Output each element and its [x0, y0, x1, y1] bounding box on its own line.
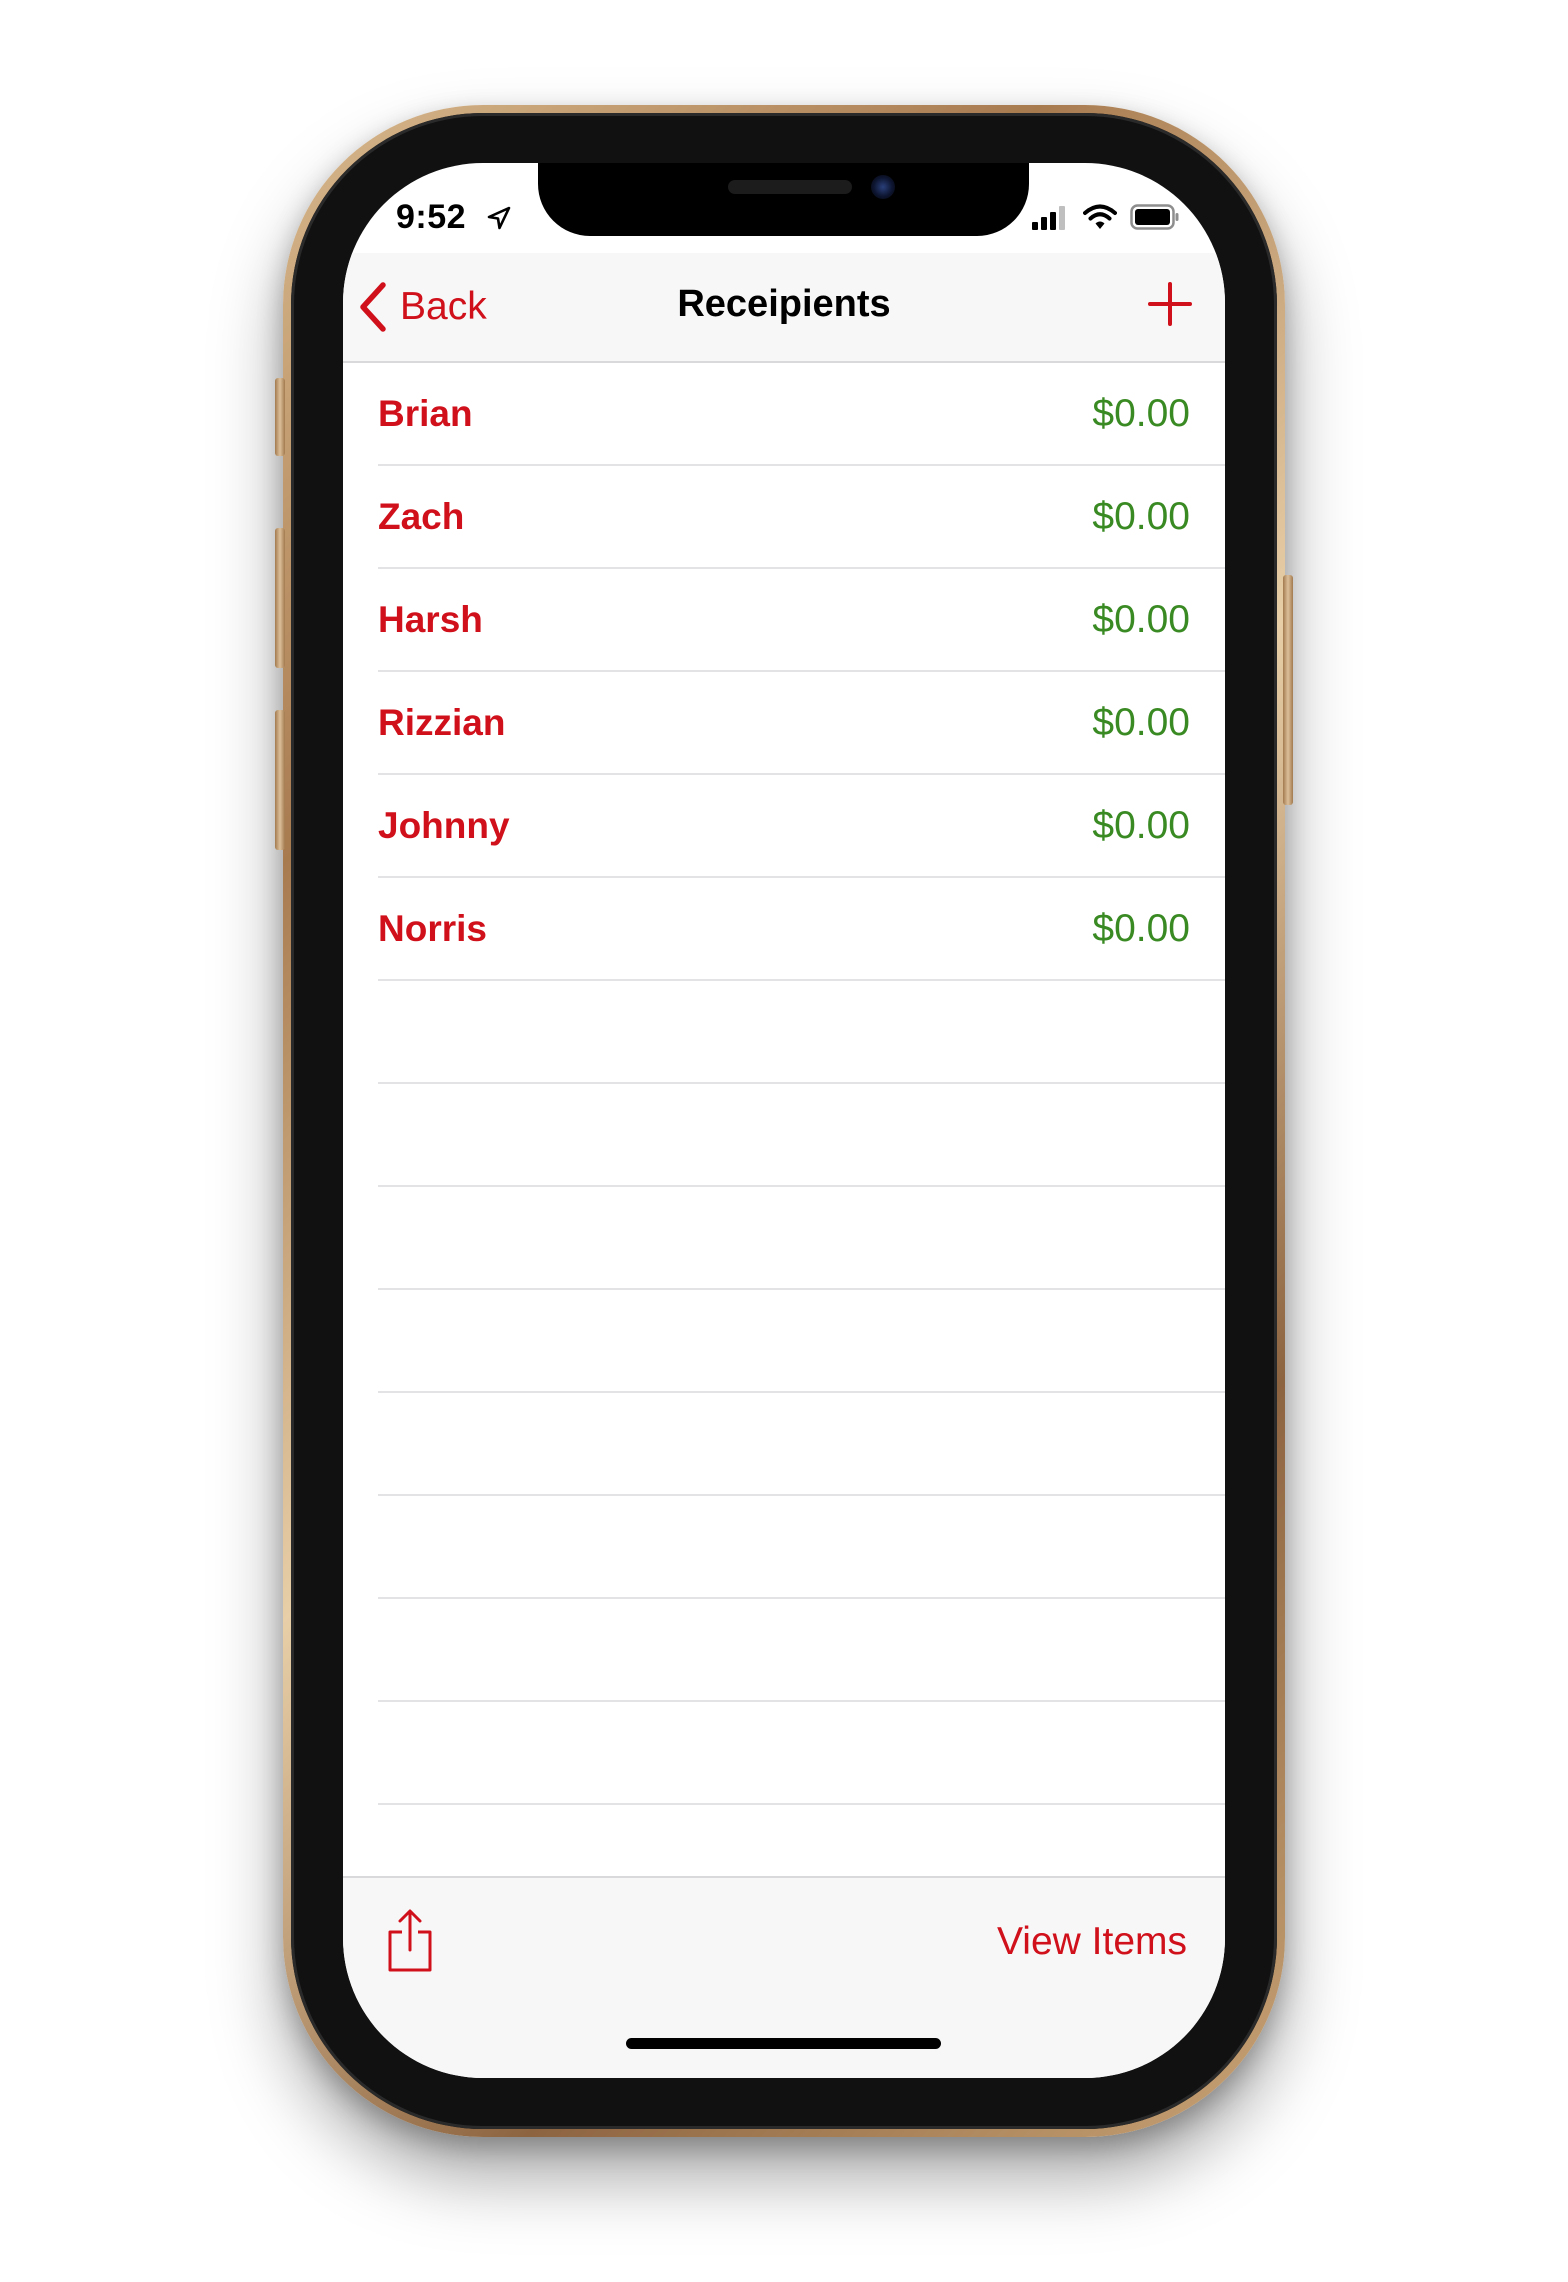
- notch: [538, 163, 1029, 236]
- recipient-amount: $0.00: [1092, 598, 1190, 641]
- screen: 9:52 Back Receipients Brian $0.00 Zach $…: [343, 163, 1225, 2078]
- volume-down-button: [275, 710, 285, 850]
- cellular-signal-icon: [1032, 206, 1065, 230]
- recipient-name: Johnny: [378, 805, 510, 846]
- recipient-amount: $0.00: [1092, 907, 1190, 950]
- silent-switch: [275, 378, 285, 456]
- plus-icon[interactable]: [1147, 281, 1193, 327]
- recipient-list: Brian $0.00 Zach $0.00 Harsh $0.00 Rizzi…: [343, 363, 1225, 1908]
- recipient-name: Harsh: [378, 599, 483, 640]
- empty-row: [378, 1496, 1225, 1599]
- empty-row: [378, 1702, 1225, 1805]
- recipient-amount: $0.00: [1092, 392, 1190, 435]
- recipient-name: Norris: [378, 908, 487, 949]
- navigation-bar: Back Receipients: [343, 253, 1225, 363]
- list-item[interactable]: Norris $0.00: [378, 878, 1225, 981]
- list-item[interactable]: Brian $0.00: [378, 363, 1225, 466]
- empty-row: [378, 1599, 1225, 1702]
- speaker-grille: [728, 180, 852, 194]
- list-item[interactable]: Harsh $0.00: [378, 569, 1225, 672]
- recipient-amount: $0.00: [1092, 701, 1190, 744]
- recipient-name: Brian: [378, 393, 473, 434]
- recipient-name: Zach: [378, 496, 465, 537]
- power-button: [1283, 575, 1293, 805]
- empty-row: [378, 981, 1225, 1084]
- wifi-icon: [1083, 204, 1117, 229]
- empty-row: [378, 1187, 1225, 1290]
- battery-icon: [1130, 204, 1179, 230]
- list-item[interactable]: Rizzian $0.00: [378, 672, 1225, 775]
- location-arrow-icon: [487, 206, 511, 230]
- front-camera: [871, 175, 895, 199]
- recipient-amount: $0.00: [1092, 495, 1190, 538]
- volume-up-button: [275, 528, 285, 668]
- view-items-button[interactable]: View Items: [997, 1920, 1187, 1964]
- empty-row: [378, 1084, 1225, 1187]
- status-time: 9:52: [396, 198, 467, 236]
- empty-row: [378, 1290, 1225, 1393]
- list-item[interactable]: Johnny $0.00: [378, 775, 1225, 878]
- home-indicator[interactable]: [626, 2038, 941, 2049]
- stage: 9:52 Back Receipients Brian $0.00 Zach $…: [0, 0, 1568, 2282]
- recipient-name: Rizzian: [378, 702, 506, 743]
- share-icon[interactable]: [385, 1908, 435, 1974]
- recipient-amount: $0.00: [1092, 804, 1190, 847]
- list-item[interactable]: Zach $0.00: [378, 466, 1225, 569]
- page-title: Receipients: [677, 283, 891, 325]
- empty-row: [378, 1393, 1225, 1496]
